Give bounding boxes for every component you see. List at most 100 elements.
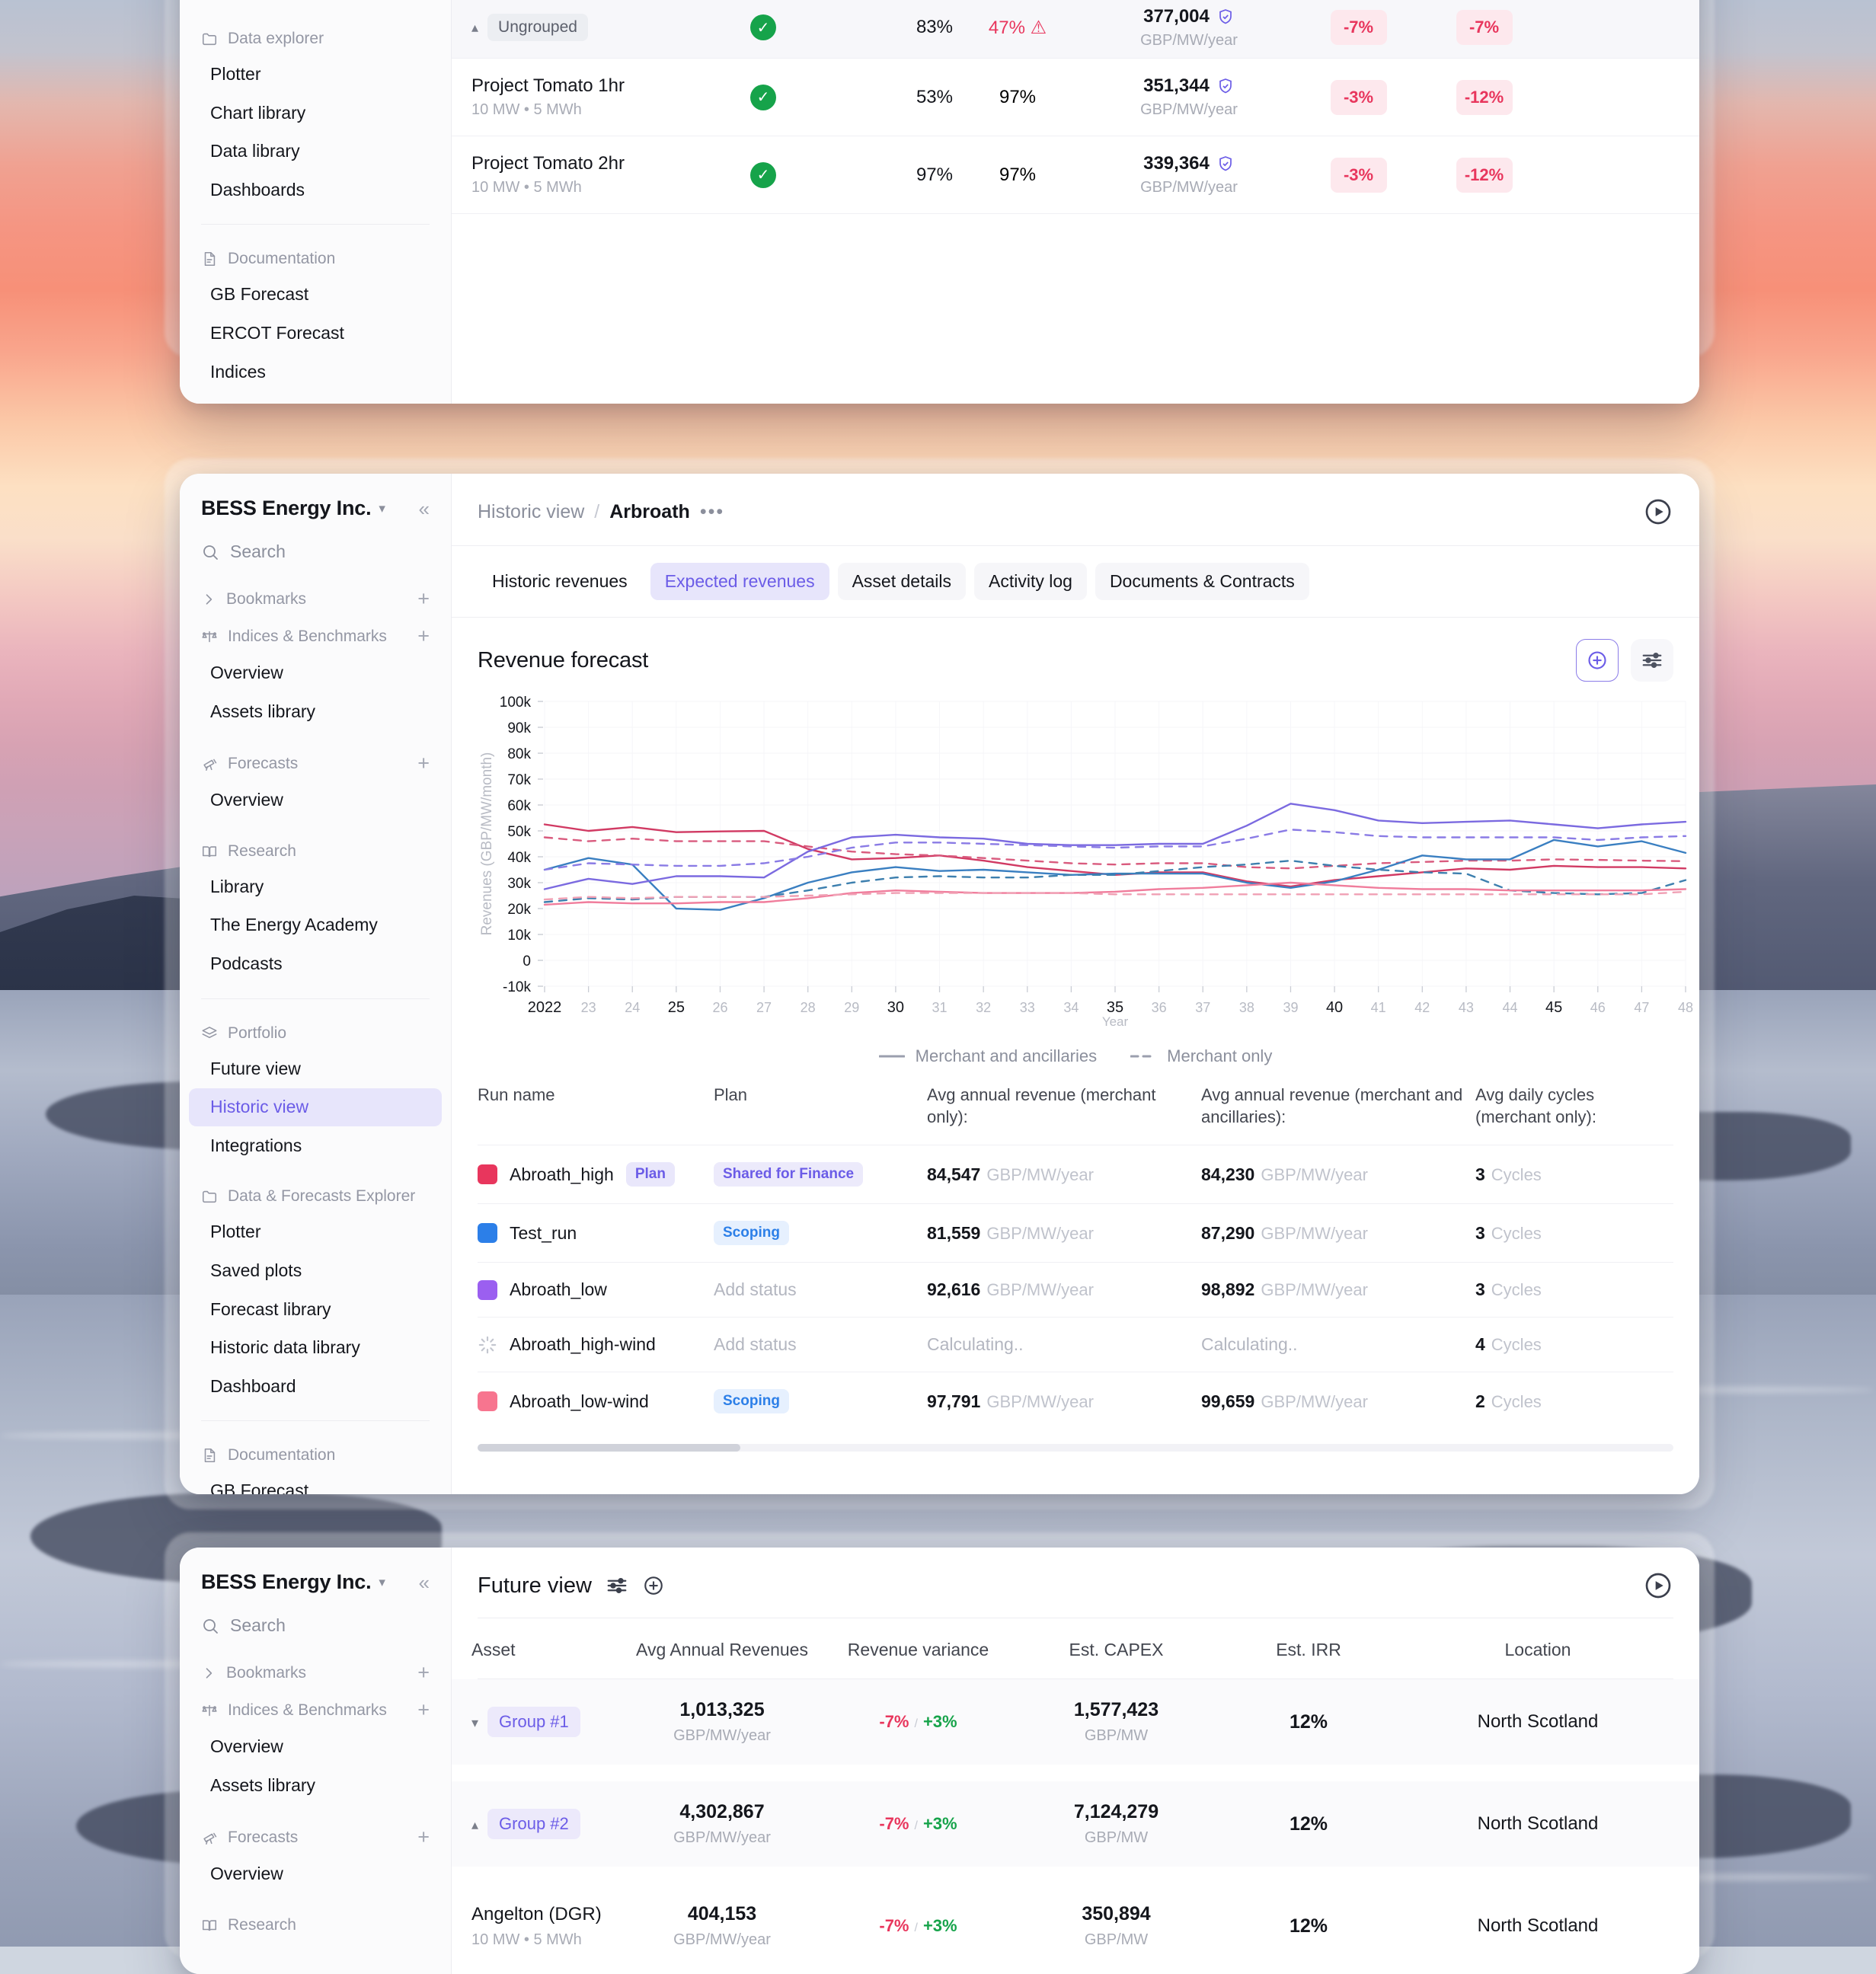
group-label[interactable]: Group #2 [487,1809,580,1839]
sidebar-item-dashboards[interactable]: Dashboards [189,171,442,209]
plan-status-cell[interactable]: Scoping [714,1221,927,1245]
sidebar-item-historic-data-library[interactable]: Historic data library [189,1329,442,1367]
add-item-icon[interactable]: + [417,753,430,774]
sidebar-item-overview[interactable]: Overview [189,1728,442,1766]
sidebar-item-indices[interactable]: Indices [189,353,442,391]
sidebar-group-forecasts[interactable]: Forecasts+ [180,1817,451,1854]
table-row[interactable]: ▴Ungrouped✓83%47% ⚠377,004GBP/MW/year-7%… [452,0,1699,59]
group-label[interactable]: Ungrouped [487,14,588,41]
chevron-up-icon[interactable]: ▴ [471,1817,478,1832]
sidebar-item-assets-library[interactable]: Assets library [189,693,442,731]
table-row[interactable]: Abroath_low-windScoping97,791GBP/MW/year… [478,1372,1673,1430]
revenue-forecast-chart[interactable]: 100k90k80k70k60k50k40k30k20k10k0-10k2022… [452,689,1699,1033]
breadcrumb-more-icon[interactable]: ••• [700,501,724,523]
bottom-sidebar-group-bookmarks[interactable]: Bookmarks + [180,1653,451,1690]
sidebar-item-saved-plots[interactable]: Saved plots [189,1252,442,1290]
table-row[interactable]: ▾Group #11,013,325GBP/MW/year-7%/+3%1,57… [452,1679,1699,1765]
sidebar-item-overview[interactable]: Overview [189,781,442,819]
plan-status-cell[interactable]: Scoping [714,1389,927,1413]
run-table: Run name Plan Avg annual revenue (mercha… [452,1071,1699,1430]
series-color-swatch[interactable] [478,1391,497,1411]
sidebar-group-data-forecasts-explorer[interactable]: Data & Forecasts Explorer [180,1177,451,1212]
sidebar-item-future-view[interactable]: Future view [189,1050,442,1088]
sidebar-item-forecast-library[interactable]: Forecast library [189,1291,442,1329]
sidebar-item-gb-forecast[interactable]: GB Forecast [189,276,442,314]
table-row[interactable]: Test_runScoping81,559GBP/MW/year87,290GB… [478,1203,1673,1262]
table-row[interactable]: Abroath_highPlanShared for Finance84,547… [478,1145,1673,1203]
chevron-down-icon[interactable]: ▾ [471,1715,478,1730]
revenue-value: 339,364 [1143,153,1210,174]
search-input[interactable]: Search [180,534,451,579]
sidebar-item-plotter[interactable]: Plotter [189,1213,442,1251]
add-series-button[interactable] [1576,639,1619,682]
series-color-swatch[interactable] [478,1164,497,1184]
sidebar-item-integrations[interactable]: Integrations [189,1127,442,1165]
sidebar-item-ercot-forecast[interactable]: ERCOT Forecast [189,315,442,353]
sidebar-group-forecasts[interactable]: Forecasts+ [180,743,451,781]
add-item-icon[interactable]: + [417,1700,430,1720]
sidebar-item-assets-library[interactable]: Assets library [189,1767,442,1805]
table-row[interactable]: Abroath_high-windAdd statusCalculating..… [478,1317,1673,1372]
table-row[interactable]: Angelton (DGR)10 MW • 5 MWh404,153GBP/MW… [452,1883,1699,1969]
tab-historic-revenues[interactable]: Historic revenues [478,563,642,600]
plus-circle-icon[interactable] [642,1574,665,1597]
chevron-up-icon[interactable]: ▴ [471,20,478,35]
sidebar-item-historic-view[interactable]: Historic view [189,1088,442,1126]
add-bookmark-icon[interactable]: + [417,1663,430,1683]
bottom-org-switcher[interactable]: BESS Energy Inc. ▾ [201,1570,385,1594]
add-status-link[interactable]: Add status [714,1279,797,1299]
collapse-sidebar-icon[interactable]: « [419,1573,430,1592]
sidebar-item-api[interactable]: API [189,391,442,404]
sidebar-item-the-energy-academy[interactable]: The Energy Academy [189,906,442,944]
tab-activity-log[interactable]: Activity log [974,563,1087,600]
table-row[interactable]: Project Tomato 2hr10 MW • 5 MWh✓97%97%33… [452,136,1699,214]
plan-status-cell[interactable]: Add status [714,1279,927,1300]
sidebar-item-dashboard[interactable]: Dashboard [189,1368,442,1406]
play-circle-icon[interactable] [1643,497,1673,527]
legend-item[interactable]: Merchant and ancillaries [879,1046,1097,1066]
y-tick-label: 20k [507,902,531,918]
org-switcher[interactable]: BESS Energy Inc. ▾ [201,497,385,520]
x-tick-label: 42 [1414,1000,1430,1015]
tab-expected-revenues[interactable]: Expected revenues [650,563,829,600]
add-status-link[interactable]: Add status [714,1334,797,1354]
table-row[interactable]: Abroath_lowAdd status92,616GBP/MW/year98… [478,1262,1673,1317]
sidebar-group-research[interactable]: Research [180,1906,451,1941]
sidebar-item-overview[interactable]: Overview [189,654,442,692]
sidebar-group-bookmarks[interactable]: Bookmarks + [180,579,451,616]
table-row[interactable]: ▴Group #24,302,867GBP/MW/year-7%/+3%7,12… [452,1781,1699,1867]
plan-status-cell[interactable]: Add status [714,1334,927,1355]
play-circle-icon[interactable] [1643,1570,1673,1601]
sidebar-group-indices-benchmarks[interactable]: Indices & Benchmarks+ [180,616,451,653]
breadcrumb-parent[interactable]: Historic view [478,501,584,523]
add-item-icon[interactable]: + [417,1827,430,1848]
sidebar-group-documentation[interactable]: Documentation [180,240,451,275]
plan-status-cell[interactable]: Shared for Finance [714,1162,927,1187]
sidebar-group-indices-benchmarks[interactable]: Indices & Benchmarks+ [180,1690,451,1727]
sidebar-item-data-library[interactable]: Data library [189,133,442,171]
sidebar-item-podcasts[interactable]: Podcasts [189,945,442,983]
sliders-icon[interactable] [606,1574,628,1597]
series-color-swatch[interactable] [478,1223,497,1243]
series-color-swatch[interactable] [478,1280,497,1300]
sidebar-group-data-explorer[interactable]: Data explorer [180,20,451,55]
sidebar-group-documentation[interactable]: Documentation [180,1436,451,1471]
sidebar-item-plotter[interactable]: Plotter [189,56,442,94]
legend-item[interactable]: Merchant only [1130,1046,1272,1066]
tab-documents-contracts[interactable]: Documents & Contracts [1095,563,1309,600]
sidebar-item-library[interactable]: Library [189,868,442,906]
horizontal-scrollbar[interactable] [478,1444,1673,1452]
sidebar-item-chart-library[interactable]: Chart library [189,94,442,133]
table-row[interactable]: Project Tomato 1hr10 MW • 5 MWh✓53%97%35… [452,59,1699,136]
bottom-search-input[interactable]: Search [180,1608,451,1653]
sidebar-group-research[interactable]: Research [180,832,451,867]
chart-settings-button[interactable] [1631,639,1673,682]
sidebar-group-portfolio[interactable]: Portfolio [180,1014,451,1049]
add-bookmark-icon[interactable]: + [417,589,430,609]
sidebar-item-gb-forecast[interactable]: GB Forecast [189,1472,442,1494]
tab-asset-details[interactable]: Asset details [838,563,966,600]
collapse-sidebar-icon[interactable]: « [419,499,430,519]
group-label[interactable]: Group #1 [487,1707,580,1737]
add-item-icon[interactable]: + [417,626,430,647]
sidebar-item-overview[interactable]: Overview [189,1855,442,1893]
